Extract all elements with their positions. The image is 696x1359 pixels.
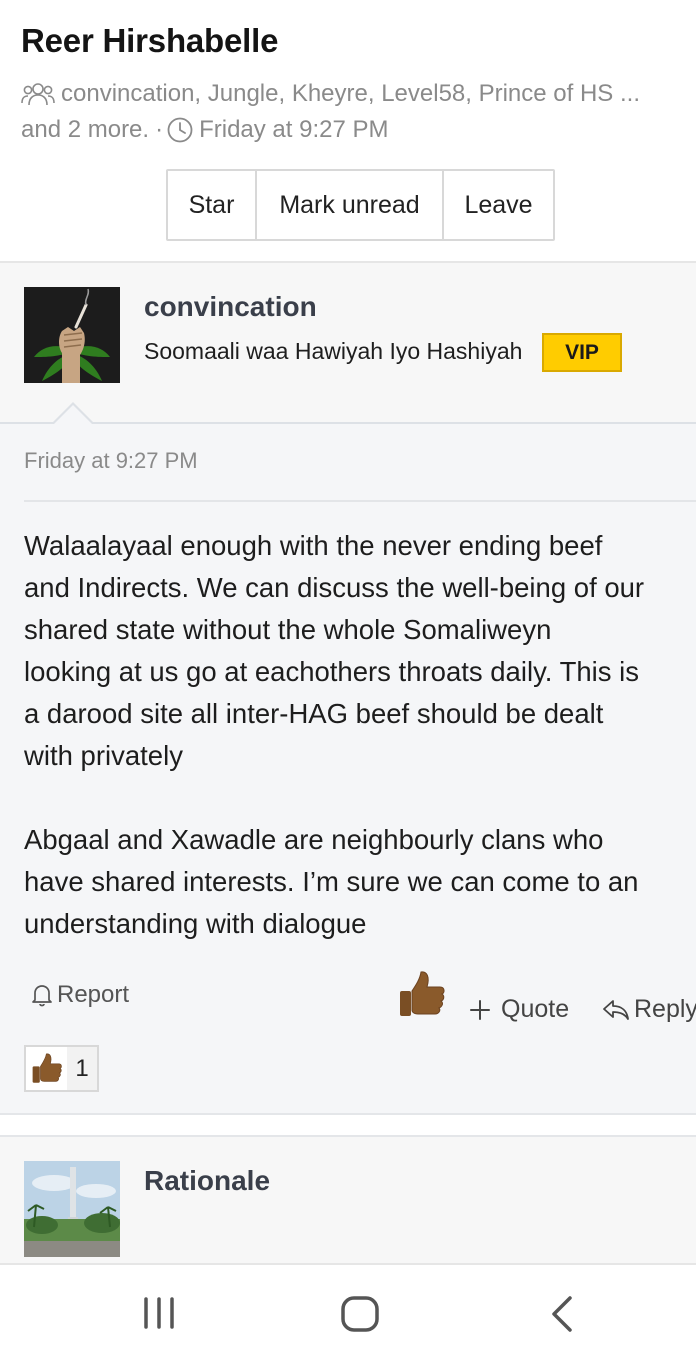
conversation-title: Reer Hirshabelle	[21, 22, 279, 59]
reaction-count: 1	[75, 1054, 89, 1082]
people-icon	[21, 83, 55, 106]
body-line: Walaalayaal enough with the never ending…	[24, 530, 603, 561]
mark-unread-button[interactable]: Mark unread	[257, 171, 444, 239]
like-button[interactable]	[398, 969, 446, 1021]
participants-line: convincation, Jungle, Kheyre, Level58, P…	[21, 80, 640, 108]
username[interactable]: convincation	[144, 291, 317, 323]
thumbs-up-icon	[400, 971, 445, 1016]
back-icon[interactable]	[548, 1295, 576, 1333]
meta-separator: ·	[155, 116, 164, 143]
reaction-summary[interactable]: 1	[24, 1045, 99, 1092]
user-block-divider	[0, 422, 696, 424]
conversation-header: Reer Hirshabelle convincation, Jungle, K…	[0, 0, 696, 262]
report-label: Report	[57, 981, 130, 1008]
body-line: and Indirects. We can discuss the well-b…	[24, 572, 645, 603]
body-line: shared state without the whole Somaliwey…	[24, 614, 552, 645]
body-line: a darood site all inter-HAG beef should …	[24, 698, 604, 729]
date-divider	[24, 500, 696, 502]
started-time: Friday at 9:27 PM	[199, 116, 389, 143]
message-post: convincation Soomaali waa Hawiyah Iyo Ha…	[0, 263, 696, 1115]
conversation-actions: Star Mark unread Leave	[166, 169, 555, 241]
started-line: and 2 more. · Friday at 9:27 PM	[21, 116, 389, 144]
body-line: Abgaal and Xawadle are neighbourly clans…	[24, 824, 604, 855]
avatar[interactable]	[24, 1161, 120, 1257]
android-nav-bar	[0, 1263, 696, 1359]
participants-list[interactable]: convincation, Jungle, Kheyre, Level58, P…	[61, 80, 640, 108]
clock-icon	[167, 117, 193, 143]
user-title: Soomaali waa Hawiyah Iyo Hashiyah	[144, 338, 523, 364]
star-button[interactable]: Star	[168, 171, 257, 239]
message-body: Walaalayaal enough with the never ending…	[24, 525, 696, 945]
plus-icon	[470, 999, 490, 1020]
thumbs-up-icon	[32, 1053, 62, 1083]
message-post: Rationale	[0, 1137, 696, 1265]
body-line: have shared interests. I’m sure we can c…	[24, 866, 639, 897]
reply-arrow-icon	[603, 999, 629, 1020]
username[interactable]: Rationale	[144, 1165, 270, 1197]
bell-icon	[32, 985, 52, 1007]
reaction-emoji	[26, 1047, 67, 1090]
home-icon[interactable]	[340, 1295, 380, 1333]
body-line: with privately	[24, 740, 183, 771]
reply-button[interactable]: Reply	[602, 995, 696, 1024]
leave-button[interactable]: Leave	[444, 171, 553, 239]
recent-apps-icon[interactable]	[142, 1297, 176, 1329]
body-line: understanding with dialogue	[24, 908, 367, 939]
message-user-block: convincation Soomaali waa Hawiyah Iyo Ha…	[0, 263, 696, 423]
avatar-image	[24, 1161, 120, 1257]
report-button[interactable]: Report	[30, 981, 129, 1009]
post-date[interactable]: Friday at 9:27 PM	[24, 448, 198, 474]
body-line: looking at us go at eachothers throats d…	[24, 656, 640, 687]
vip-badge: VIP	[542, 333, 622, 372]
avatar[interactable]	[24, 287, 120, 383]
reply-label: Reply	[634, 995, 696, 1023]
quote-button[interactable]: Quote	[469, 995, 569, 1024]
more-participants-link[interactable]: and 2 more.	[21, 116, 149, 144]
quote-label: Quote	[501, 995, 570, 1023]
avatar-image	[24, 287, 120, 383]
